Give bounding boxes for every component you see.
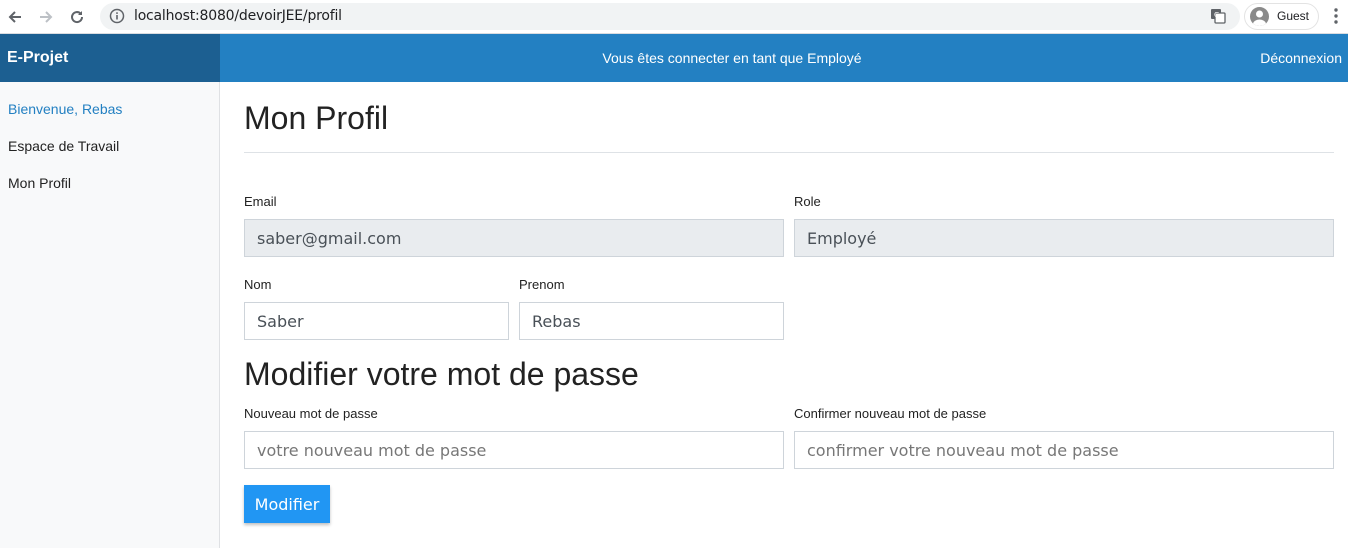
avatar-icon [1250, 7, 1269, 26]
forward-button[interactable] [34, 5, 58, 29]
reload-button[interactable] [65, 5, 89, 29]
logout-link[interactable]: Déconnexion [1260, 34, 1342, 82]
browser-menu-button[interactable] [1328, 6, 1344, 28]
confirm-password-field[interactable] [794, 431, 1334, 469]
nom-field[interactable] [244, 302, 509, 340]
prenom-label: Prenom [519, 277, 565, 292]
email-field[interactable] [244, 219, 784, 257]
prenom-field[interactable] [519, 302, 784, 340]
arrow-right-icon [40, 11, 53, 23]
address-bar[interactable]: localhost:8080/devoirJEE/profil G [100, 3, 1240, 30]
new-password-field[interactable] [244, 431, 784, 469]
page-title: Mon Profil [244, 100, 389, 136]
sidebar-item-welcome[interactable]: Bienvenue, Rebas [8, 101, 122, 117]
title-divider [244, 152, 1334, 153]
info-icon[interactable] [109, 8, 125, 29]
back-button[interactable] [3, 5, 27, 29]
profile-button[interactable]: Guest [1244, 3, 1319, 30]
login-status-text: Vous êtes connecter en tant que Employé [602, 50, 862, 66]
svg-text:G: G [1214, 11, 1219, 19]
translate-icon[interactable]: G [1210, 8, 1226, 29]
reload-icon [71, 11, 84, 24]
email-label: Email [244, 194, 277, 209]
url-text[interactable]: localhost:8080/devoirJEE/profil [134, 8, 342, 24]
role-label: Role [794, 194, 821, 209]
password-section-title: Modifier votre mot de passe [244, 356, 639, 392]
arrow-left-icon [8, 11, 21, 23]
app-header: Vous êtes connecter en tant que Employé … [220, 34, 1348, 82]
sidebar-item-profile[interactable]: Mon Profil [8, 175, 71, 191]
browser-toolbar: localhost:8080/devoirJEE/profil G Guest [0, 0, 1348, 34]
confirm-password-label: Confirmer nouveau mot de passe [794, 406, 987, 421]
profile-label: Guest [1277, 9, 1310, 23]
sidebar: Bienvenue, Rebas Espace de Travail Mon P… [0, 82, 220, 548]
role-field[interactable] [794, 219, 1334, 257]
brand-logo[interactable]: E-Projet [0, 34, 220, 82]
kebab-menu-icon [1334, 8, 1338, 24]
sidebar-item-workspace[interactable]: Espace de Travail [8, 138, 119, 154]
modify-button[interactable]: Modifier [244, 485, 330, 523]
new-password-label: Nouveau mot de passe [244, 406, 378, 421]
nom-label: Nom [244, 277, 272, 292]
